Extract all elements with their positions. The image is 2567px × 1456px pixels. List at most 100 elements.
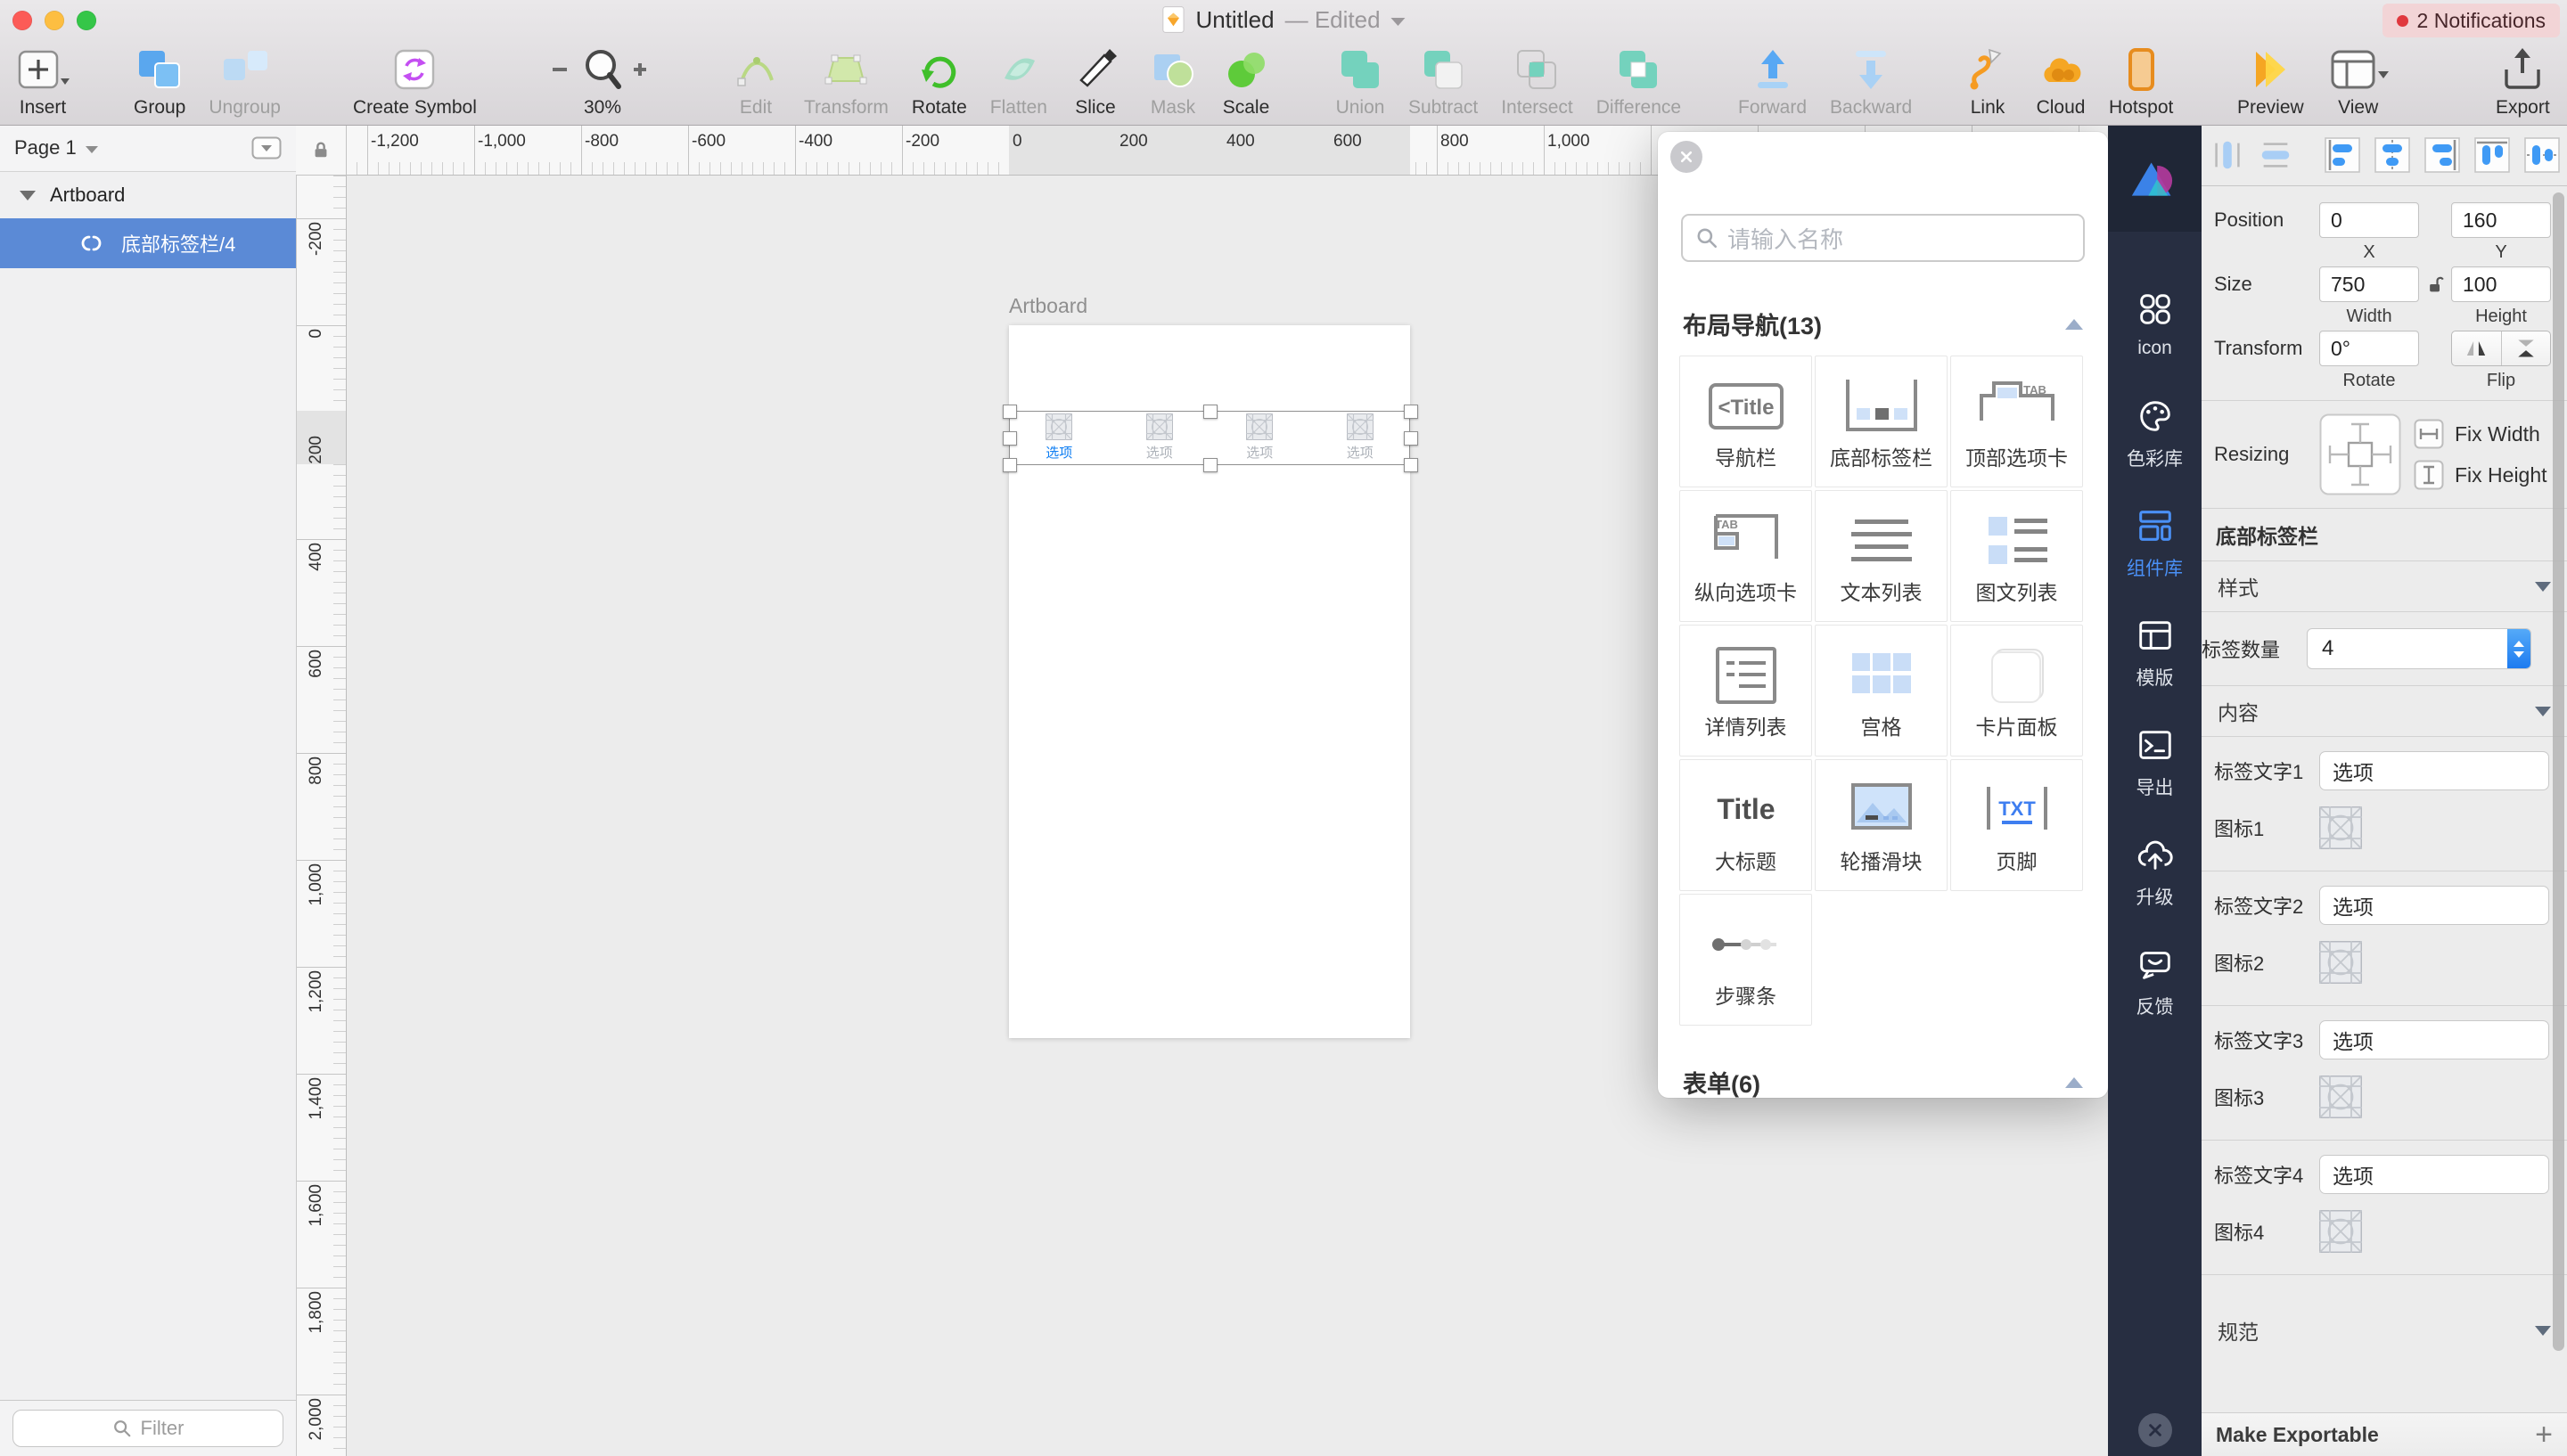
selection-handle[interactable] xyxy=(1404,458,1418,472)
zoom-window-button[interactable] xyxy=(77,11,96,30)
align-left-button[interactable] xyxy=(2323,135,2362,176)
expand-icon[interactable] xyxy=(2535,582,2551,592)
component-card[interactable]: 详情列表 xyxy=(1679,625,1812,757)
align-top-button[interactable] xyxy=(2473,135,2512,176)
selection-handle[interactable] xyxy=(1203,405,1218,419)
tabbar-item[interactable]: 选项 xyxy=(1310,411,1411,464)
dock-item[interactable]: 色彩库 xyxy=(2108,379,2202,488)
add-export-button[interactable]: + xyxy=(2535,1419,2553,1450)
dock-item[interactable]: 反馈 xyxy=(2108,927,2202,1036)
vertical-ruler[interactable]: -20002004006008001,0001,2001,4001,6001,8… xyxy=(296,175,347,1456)
distribute-horizontally-button[interactable] xyxy=(2209,135,2246,176)
toolbar-item[interactable]: Backward xyxy=(1830,39,1912,119)
tab-icon-placeholder[interactable] xyxy=(2319,806,2362,849)
page-list-dropdown-icon[interactable] xyxy=(251,136,282,160)
dock-item[interactable]: 导出 xyxy=(2108,708,2202,817)
toolbar-item[interactable]: Flatten xyxy=(990,39,1047,119)
toolbar-item[interactable]: Insert xyxy=(14,39,71,119)
component-card[interactable]: 宫格 xyxy=(1815,625,1948,757)
tabbar-item[interactable]: 选项 xyxy=(1009,411,1110,464)
toolbar-item[interactable]: Rotate xyxy=(912,39,967,119)
toolbar-item[interactable]: Cloud xyxy=(2036,39,2086,119)
toolbar-item[interactable]: Mask xyxy=(1148,39,1198,119)
notifications-badge[interactable]: 2 Notifications xyxy=(2382,4,2560,37)
close-window-button[interactable] xyxy=(12,11,32,30)
selection-handle[interactable] xyxy=(1003,405,1017,419)
width-input[interactable]: 750 xyxy=(2319,266,2419,302)
layer-row-symbol-selected[interactable]: 底部标签栏/4 xyxy=(0,218,296,268)
component-card[interactable]: 纵向选项卡 xyxy=(1679,490,1812,622)
component-card[interactable]: 大标题 xyxy=(1679,759,1812,891)
component-card[interactable]: 步骤条 xyxy=(1679,894,1812,1026)
tab-text-input[interactable]: 选项 xyxy=(2319,1020,2549,1059)
fix-height-option[interactable]: Fix Height xyxy=(2414,460,2547,490)
position-y-input[interactable]: 160 xyxy=(2451,202,2551,238)
dock-item[interactable]: icon xyxy=(2108,269,2202,379)
artboard-title[interactable]: Artboard xyxy=(1009,294,1087,318)
dock-close-button[interactable] xyxy=(2138,1413,2172,1447)
rotate-input[interactable]: 0° xyxy=(2319,331,2419,366)
selection-handle[interactable] xyxy=(1003,458,1017,472)
toolbar-item[interactable]: View xyxy=(2327,39,2390,119)
toolbar-item[interactable]: Group xyxy=(134,39,185,119)
dock-item[interactable]: 组件库 xyxy=(2108,488,2202,598)
page-selector[interactable]: Page 1 xyxy=(0,125,296,172)
tab-icon-placeholder[interactable] xyxy=(2319,941,2362,984)
component-card[interactable]: 图文列表 xyxy=(1950,490,2083,622)
toolbar-item[interactable]: Ungroup xyxy=(209,39,281,119)
toolbar-item[interactable]: Scale xyxy=(1221,39,1271,119)
toolbar-item[interactable]: Forward xyxy=(1738,39,1807,119)
selection-handle[interactable] xyxy=(1003,431,1017,446)
flip-horizontal-button[interactable] xyxy=(2452,331,2502,365)
toolbar-item[interactable]: Hotspot xyxy=(2109,39,2173,119)
selection-handle[interactable] xyxy=(1404,405,1418,419)
tab-count-input[interactable]: 4 xyxy=(2307,628,2531,669)
flip-vertical-button[interactable] xyxy=(2502,331,2551,365)
align-vertical-center-button[interactable] xyxy=(2522,135,2562,176)
bottom-tabbar-component[interactable]: 选项 选项 选项 选项 xyxy=(1009,411,1410,464)
content-section-header[interactable]: 内容 xyxy=(2202,686,2567,736)
stepper-control[interactable] xyxy=(2507,629,2530,668)
tabbar-item[interactable]: 选项 xyxy=(1110,411,1210,464)
align-horizontal-center-button[interactable] xyxy=(2373,135,2412,176)
distribute-vertically-button[interactable] xyxy=(2257,135,2294,176)
component-search-input[interactable]: 请输入名称 xyxy=(1681,214,2085,262)
layer-row-artboard[interactable]: Artboard xyxy=(0,172,296,218)
align-right-button[interactable] xyxy=(2423,135,2462,176)
tab-text-input[interactable]: 选项 xyxy=(2319,1155,2549,1194)
tab-text-input[interactable]: 选项 xyxy=(2319,886,2549,925)
style-section-header[interactable]: 样式 xyxy=(2202,561,2567,611)
toolbar-item[interactable]: Link xyxy=(1963,39,2013,119)
panel-close-button[interactable] xyxy=(1670,141,1702,173)
component-card[interactable]: 卡片面板 xyxy=(1950,625,2083,757)
inspector-scrollbar[interactable] xyxy=(2553,192,2564,1351)
selection-handle[interactable] xyxy=(1203,458,1218,472)
dock-item[interactable]: 模版 xyxy=(2108,598,2202,708)
expand-triangle-icon[interactable] xyxy=(20,191,36,200)
component-card[interactable]: 文本列表 xyxy=(1815,490,1948,622)
minimize-window-button[interactable] xyxy=(45,11,64,30)
dock-item[interactable]: 升级 xyxy=(2108,817,2202,927)
tab-icon-placeholder[interactable] xyxy=(2319,1210,2362,1253)
collapse-icon[interactable] xyxy=(2065,1077,2083,1088)
toolbar-item[interactable]: 30% xyxy=(545,39,660,119)
toolbar-item[interactable]: Intersect xyxy=(1501,39,1573,119)
selection-handle[interactable] xyxy=(1404,431,1418,446)
toolbar-item[interactable]: Preview xyxy=(2237,39,2304,119)
toolbar-item[interactable]: Difference xyxy=(1596,39,1681,119)
height-input[interactable]: 100 xyxy=(2451,266,2551,302)
toolbar-item[interactable]: Union xyxy=(1335,39,1385,119)
tab-icon-placeholder[interactable] xyxy=(2319,1076,2362,1118)
toolbar-item[interactable]: Transform xyxy=(804,39,889,119)
toolbar-item[interactable]: Create Symbol xyxy=(353,39,477,119)
component-card[interactable]: 页脚 xyxy=(1950,759,2083,891)
section-header-layout-nav[interactable]: 布局导航(13) xyxy=(1683,307,2083,341)
component-card[interactable]: 顶部选项卡 xyxy=(1950,356,2083,487)
spec-section-header[interactable]: 规范 xyxy=(2202,1305,2567,1355)
title-chevron-icon[interactable] xyxy=(1391,18,1406,26)
toolbar-item[interactable]: Export xyxy=(2496,39,2550,119)
plugin-logo[interactable] xyxy=(2108,125,2202,232)
resizing-diagram[interactable] xyxy=(2319,413,2401,495)
fix-width-option[interactable]: Fix Width xyxy=(2414,419,2547,449)
component-card[interactable]: 轮播滑块 xyxy=(1815,759,1948,891)
